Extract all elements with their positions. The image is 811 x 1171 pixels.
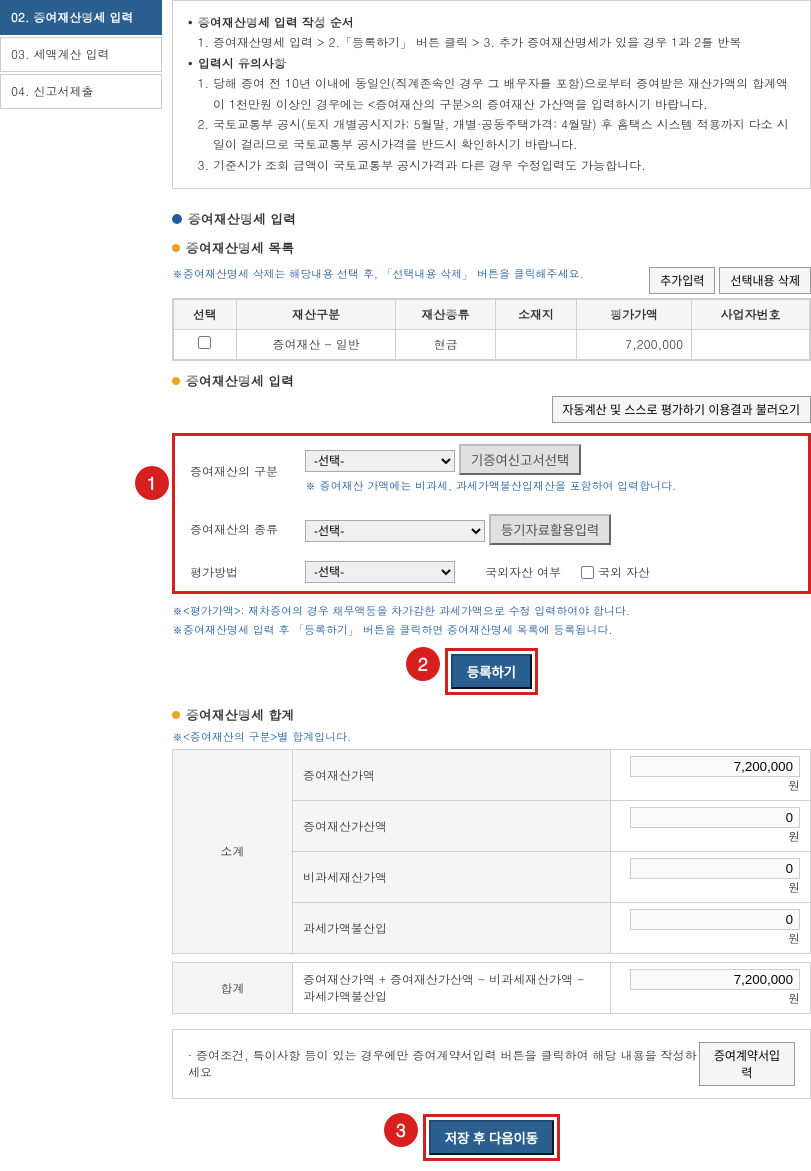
sidebar-item-submit[interactable]: 04. 신고서제출 — [0, 74, 162, 109]
bullet-icon — [172, 377, 180, 385]
unit: 원 — [784, 777, 800, 794]
unit: 원 — [784, 930, 800, 947]
sum-r4-label: 과세가액불산입 — [293, 903, 611, 954]
sum-r1-value[interactable] — [630, 756, 800, 777]
unit: 원 — [784, 990, 800, 1007]
sidebar: 02. 증여재산명세 입력 03. 세액계산 입력 04. 신고서제출 — [0, 0, 162, 1171]
sum-r3-value[interactable] — [630, 858, 800, 879]
col-select: 선택 — [174, 300, 237, 330]
kind-select[interactable]: -선택- — [305, 520, 485, 542]
save-next-button[interactable]: 저장 후 다음이동 — [429, 1120, 554, 1155]
division-note: ※ 증여재산 가액에는 비과세, 과세가액불산입재산을 포함하여 입력합니다. — [305, 479, 798, 494]
contract-input-button[interactable]: 증여계약서입력 — [699, 1042, 795, 1086]
method-select[interactable]: -선택- — [305, 561, 455, 583]
register-note: ※증여재산명세 입력 후 「등록하기」 버튼을 클릭하면 증여재산명세 목록에 … — [172, 623, 811, 638]
cell-location — [495, 330, 576, 360]
form-title: 증여재산명세 입력 — [186, 371, 294, 390]
info-box: 증여재산명세 입력 작성 순서 증여재산명세 입력 > 2.「등록하기」 버튼 … — [172, 0, 811, 189]
total-formula: 증여재산가액 + 증여재산가산액 - 비과세재산가액 - 과세가액불산입 — [293, 963, 611, 1014]
register-button-wrap: 2 등록하기 — [172, 648, 811, 695]
add-input-button[interactable]: 추가입력 — [649, 267, 715, 294]
register-button[interactable]: 등록하기 — [451, 654, 532, 689]
col-bizno: 사업자번호 — [692, 300, 810, 330]
subtotal-label: 소계 — [173, 750, 293, 954]
foreign-label: 국외자산 여부 — [485, 564, 561, 581]
delete-selected-button[interactable]: 선택내용 삭제 — [719, 267, 811, 294]
sum-table: 소계 증여재산가액 원 증여재산가산액 원 비과세재산가액 원 과세가액불산입 … — [172, 749, 811, 954]
sum-r4-value[interactable] — [630, 909, 800, 930]
step-badge-2: 2 — [406, 647, 440, 681]
cell-division: 증여재산 - 일반 — [236, 330, 396, 360]
contract-note-text: · 증여조건, 특이사항 등이 있는 경우에만 증여계약서입력 버튼을 클릭하여… — [188, 1047, 699, 1081]
col-kind: 재산종류 — [396, 300, 496, 330]
save-button-wrap: 3 저장 후 다음이동 — [172, 1114, 811, 1161]
contract-note-box: · 증여조건, 특이사항 등이 있는 경우에만 증여계약서입력 버튼을 클릭하여… — [172, 1029, 811, 1099]
sidebar-item-tax-calc[interactable]: 03. 세액계산 입력 — [0, 37, 162, 72]
bullet-icon — [172, 711, 180, 719]
sum-r2-value[interactable] — [630, 807, 800, 828]
sum-title: 증여재산명세 합계 — [186, 705, 294, 724]
form-highlight-box: 1 증여재산의 구분 -선택- 기증여신고서선택 ※ 증여재산 가액에는 비과세… — [172, 433, 811, 594]
step-badge-3: 3 — [384, 1113, 418, 1147]
auto-calc-button[interactable]: 자동계산 및 스스로 평가하기 이용결과 불러오기 — [552, 396, 811, 423]
info-note-1: 당해 증여 전 10년 이내에 동일인(직계존속인 경우 그 배우자를 포함)으… — [213, 74, 795, 115]
section-header-form: 증여재산명세 입력 — [172, 371, 811, 390]
col-location: 소재지 — [495, 300, 576, 330]
sum-r3-label: 비과세재산가액 — [293, 852, 611, 903]
sum-r2-label: 증여재산가산액 — [293, 801, 611, 852]
foreign-check-label: 국외 자산 — [598, 564, 650, 581]
info-title-2: 입력시 유의사항 — [188, 54, 795, 74]
section-header-sum: 증여재산명세 합계 — [172, 705, 811, 724]
list-title: 증여재산명세 목록 — [186, 238, 294, 257]
cell-kind: 현금 — [396, 330, 496, 360]
registry-input-button[interactable]: 등기자료활용입력 — [489, 514, 611, 545]
info-title-1: 증여재산명세 입력 작성 순서 — [188, 13, 795, 33]
bullet-icon — [172, 244, 180, 252]
form-label-kind: 증여재산의 종류 — [175, 506, 295, 553]
form-label-method: 평가방법 — [175, 553, 295, 591]
property-table-wrap[interactable]: 선택 재산구분 재산종류 소재지 평가가액 사업자번호 상호 증여재산 - 일반… — [172, 298, 811, 361]
sum-note: ※<증여재산의 구분>별 합계입니다. — [172, 730, 811, 745]
unit: 원 — [784, 828, 800, 845]
total-label: 합계 — [173, 963, 293, 1014]
cell-value: 7,200,000 — [577, 330, 692, 360]
division-select[interactable]: -선택- — [305, 450, 455, 472]
property-table: 선택 재산구분 재산종류 소재지 평가가액 사업자번호 상호 증여재산 - 일반… — [173, 299, 811, 360]
total-value[interactable] — [630, 969, 800, 990]
foreign-checkbox[interactable] — [581, 566, 594, 579]
row-checkbox[interactable] — [198, 336, 211, 349]
info-order-1: 증여재산명세 입력 > 2.「등록하기」 버튼 클릭 > 3. 추가 증여재산명… — [213, 33, 795, 53]
form-label-division: 증여재산의 구분 — [175, 436, 295, 506]
prev-report-select-button[interactable]: 기증여신고서선택 — [459, 444, 581, 475]
unit: 원 — [784, 879, 800, 896]
section-title: 증여재산명세 입력 — [188, 209, 296, 228]
info-note-3: 기준시가 조회 금액이 국토교통부 공시가격과 다른 경우 수정입력도 가능합니… — [213, 156, 795, 176]
info-note-2: 국토교통부 공시(토지 개별공시지가: 5월말, 개별·공동주택가격: 4월말)… — [213, 115, 795, 156]
table-row[interactable]: 증여재산 - 일반 현금 7,200,000 — [174, 330, 811, 360]
section-header-list: 증여재산명세 목록 — [172, 238, 811, 257]
col-value: 평가가액 — [577, 300, 692, 330]
total-table: 합계 증여재산가액 + 증여재산가산액 - 비과세재산가액 - 과세가액불산입 … — [172, 962, 811, 1014]
list-delete-note: ※증여재산명세 삭제는 해당내용 선택 후, 「선택내용 삭제」 버튼을 클릭해… — [172, 267, 584, 282]
section-header-input: 증여재산명세 입력 — [172, 209, 811, 228]
sidebar-item-property-detail[interactable]: 02. 증여재산명세 입력 — [0, 0, 162, 35]
sum-r1-label: 증여재산가액 — [293, 750, 611, 801]
step-badge-1: 1 — [135, 466, 169, 500]
valuation-note: ※<평가가액>: 재차증여의 경우 채무액등을 차가감한 과세가액으로 수정 입… — [172, 604, 811, 619]
col-division: 재산구분 — [236, 300, 396, 330]
cell-bizno — [692, 330, 810, 360]
bullet-icon — [172, 214, 182, 224]
